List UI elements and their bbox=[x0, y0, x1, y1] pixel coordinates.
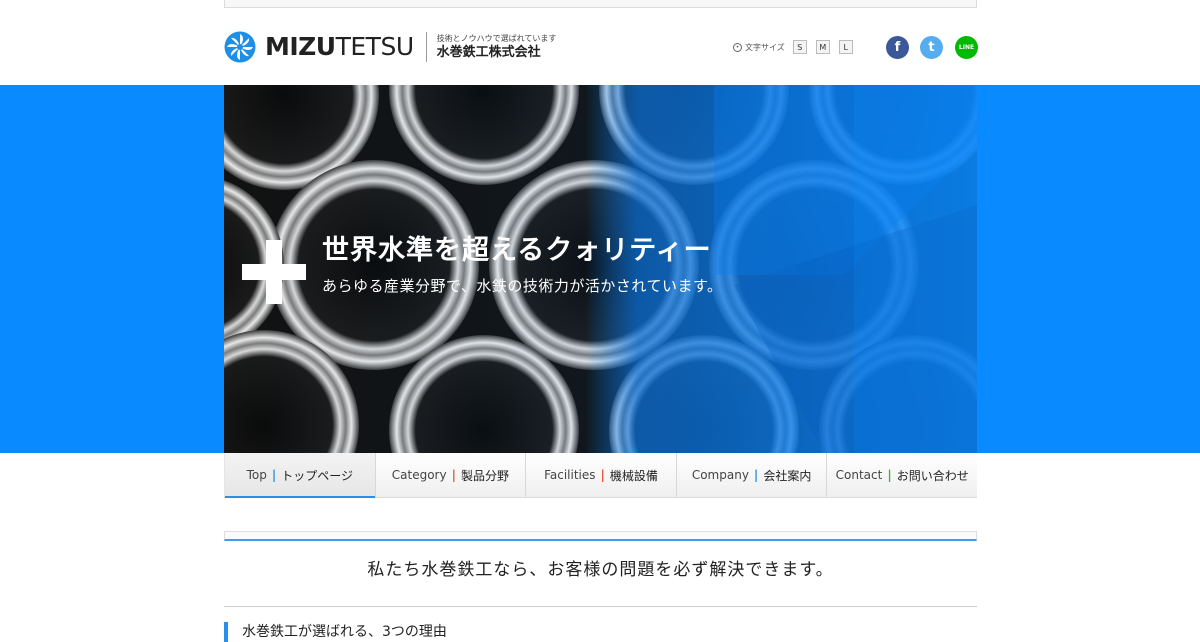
nav-item-label-en: Facilities bbox=[544, 468, 596, 482]
nav-item-label-ja: 製品分野 bbox=[460, 468, 509, 483]
nav-item-category[interactable]: Category | 製品分野 bbox=[374, 453, 526, 497]
nav-separator: | bbox=[753, 468, 759, 482]
font-size-control: • 文字サイズ S M L bbox=[733, 40, 862, 54]
hero-pipes-image bbox=[224, 85, 977, 453]
nav-separator: | bbox=[271, 468, 277, 482]
nav-item-facilities[interactable]: Facilities | 機械設備 bbox=[525, 453, 676, 497]
font-size-small-button[interactable]: S bbox=[792, 40, 807, 54]
logo-mark-icon bbox=[224, 31, 256, 63]
nav-item-label-en: Contact bbox=[835, 468, 883, 482]
hero-subtitle: あらゆる産業分野で、水鉄の技術力が活かされています。 bbox=[322, 277, 723, 295]
nav-item-label-ja: お問い合わせ bbox=[896, 468, 969, 483]
company-name: 水巻鉄工株式会社 bbox=[436, 45, 541, 60]
hero-banner: 世界水準を超えるクォリティー あらゆる産業分野で、水鉄の技術力が活かされています… bbox=[0, 85, 1200, 453]
top-strip bbox=[224, 0, 977, 8]
divider bbox=[224, 606, 977, 607]
logo-divider bbox=[425, 32, 427, 62]
logo-wordmark: MIZUTETSU bbox=[265, 32, 414, 61]
nav-item-top[interactable]: Top | トップページ bbox=[224, 453, 375, 498]
nav-item-company[interactable]: Company | 会社案内 bbox=[675, 453, 827, 497]
hero-title: 世界水準を超えるクォリティー bbox=[322, 235, 712, 266]
nav-separator: | bbox=[887, 468, 892, 482]
nav-item-label-ja: トップページ bbox=[281, 468, 353, 483]
plus-icon bbox=[242, 240, 306, 304]
nav-item-label-ja: 機械設備 bbox=[609, 468, 658, 483]
font-size-large-button[interactable]: L bbox=[838, 40, 853, 54]
global-nav: Top | トップページ Category | 製品分野 Facilities … bbox=[224, 453, 977, 498]
site-logo[interactable]: MIZUTETSU 技術とノウハウで選ばれています 水巻鉄工株式会社 bbox=[224, 31, 556, 63]
line-icon[interactable]: LINE bbox=[955, 36, 978, 59]
nav-item-label-ja: 会社案内 bbox=[763, 468, 812, 483]
nav-item-label-en: Category bbox=[391, 468, 447, 482]
content-top-bar bbox=[224, 531, 977, 541]
nav-separator: | bbox=[451, 468, 456, 482]
twitter-icon[interactable]: t bbox=[920, 36, 943, 59]
font-size-label: 文字サイズ bbox=[745, 42, 785, 52]
nav-item-contact[interactable]: Contact | お問い合わせ bbox=[826, 453, 977, 497]
nav-separator: | bbox=[600, 468, 605, 482]
facebook-icon[interactable]: f bbox=[886, 36, 909, 59]
nav-item-label-en: Top bbox=[246, 468, 267, 482]
lead-text: 私たち水巻鉄工なら、お客様の問題を必ず解決できます。 bbox=[367, 560, 834, 580]
section-heading: 水巻鉄工が選ばれる、3つの理由 bbox=[224, 622, 447, 642]
circle-dot-icon: • bbox=[733, 42, 742, 52]
font-size-medium-button[interactable]: M bbox=[815, 40, 830, 54]
tagline: 技術とノウハウで選ばれています bbox=[436, 34, 557, 43]
nav-item-label-en: Company bbox=[691, 468, 749, 482]
